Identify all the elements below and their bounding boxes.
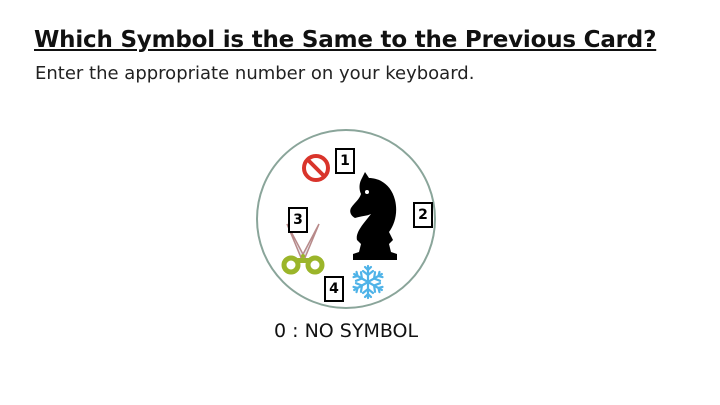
no-entry-icon xyxy=(302,154,330,182)
snowflake-icon xyxy=(352,264,384,300)
no-symbol-option[interactable]: 0 : NO SYMBOL xyxy=(274,320,418,342)
page-title: Which Symbol is the Same to the Previous… xyxy=(34,27,657,53)
symbol-number-3[interactable]: 3 xyxy=(288,207,308,233)
instruction-text: Enter the appropriate number on your key… xyxy=(35,63,475,84)
symbol-number-2[interactable]: 2 xyxy=(413,202,433,228)
symbol-number-4[interactable]: 4 xyxy=(324,276,344,302)
chess-knight-icon xyxy=(350,172,397,260)
